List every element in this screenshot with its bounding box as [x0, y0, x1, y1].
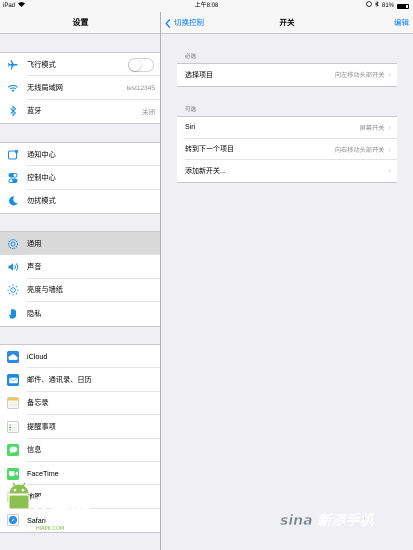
sidebar-group-connectivity: 飞行模式 无线局域网 test12345 蓝牙 关闭 — [0, 52, 160, 125]
toggle-knob — [129, 58, 141, 71]
switch-row-select-item[interactable]: 选择项目 向左移动头部开关 › — [177, 64, 397, 86]
chevron-right-icon: › — [388, 144, 391, 154]
sidebar-item-reminders[interactable]: 提醒事项 — [0, 415, 160, 439]
sidebar-item-label: 隐私 — [27, 308, 42, 318]
sidebar-item-wifi[interactable]: 无线局域网 test12345 — [0, 76, 160, 100]
status-bar: iPad 上午8:08 81% — [0, 0, 413, 12]
sidebar-item-label: 通用 — [27, 238, 42, 248]
switch-row-label: 转到下一个项目 — [185, 146, 234, 154]
sidebar-item-label: 飞行模式 — [27, 59, 56, 69]
watermark-left-subtext: HIAPK.COM — [36, 526, 65, 532]
section-header-optional: 可选 — [185, 107, 197, 113]
sidebar-item-do-not-disturb[interactable]: 勿扰模式 — [0, 190, 160, 213]
switch-row-label: 选择项目 — [185, 71, 213, 79]
bluetooth-value: 关闭 — [142, 109, 155, 117]
hand-icon — [7, 308, 19, 320]
switch-row-value: 屏幕开关 — [359, 125, 385, 133]
sidebar-group-notifications: 通知中心 控制中心 勿扰模式 — [0, 142, 160, 215]
watermark-right-text: sina 新浪手机 — [280, 513, 374, 529]
sidebar-item-label: 勿扰模式 — [27, 196, 56, 206]
notes-icon — [7, 397, 19, 410]
chevron-right-icon: › — [388, 123, 391, 133]
moon-icon — [7, 195, 19, 207]
sidebar-item-label: iCloud — [27, 352, 48, 362]
notification-center-icon — [7, 149, 19, 161]
switch-row-next-item[interactable]: 转到下一个项目 向右移动头部开关 › — [177, 139, 397, 160]
control-center-icon — [7, 172, 19, 184]
edit-button[interactable]: 编辑 — [394, 12, 409, 34]
sidebar-title: 设置 — [0, 12, 160, 34]
page-title: 开关 — [279, 18, 295, 27]
sidebar-item-label: 蓝牙 — [27, 106, 42, 116]
sidebar-item-icloud[interactable]: iCloud — [0, 345, 160, 369]
detail-pane: 切换控制 开关 编辑 必选 选择项目 向左移动头部开关 › 可选 Siri 屏幕… — [161, 0, 413, 550]
sidebar-item-sounds[interactable]: 声音 — [0, 255, 160, 279]
settings-sidebar: 设置 飞行模式 无线局域网 test12345 蓝牙 关闭 通知中心 控制中心 … — [0, 0, 161, 550]
switch-row-label: 添加新开关... — [185, 167, 226, 175]
airplane-mode-toggle[interactable] — [128, 57, 154, 72]
chevron-right-icon: › — [388, 166, 391, 176]
sidebar-item-label: 提醒事项 — [27, 421, 56, 431]
hiapk-watermark: 安卓网 HIAPK.COM — [2, 476, 112, 546]
sidebar-item-label: 邮件、通讯录、日历 — [27, 375, 92, 385]
wifi-network-value: test12345 — [126, 84, 155, 92]
switch-row-label: Siri — [185, 124, 196, 132]
section-header-required: 必选 — [185, 54, 197, 60]
sidebar-item-label: 无线局域网 — [27, 83, 63, 93]
optional-switches-group: Siri 屏幕开关 › 转到下一个项目 向右移动头部开关 › 添加新开关... … — [177, 116, 397, 183]
airplane-icon — [7, 59, 19, 71]
switch-row-value: 向右移动头部开关 — [334, 146, 385, 154]
lock-rotation-icon — [366, 0, 372, 12]
bluetooth-icon — [7, 105, 19, 118]
cloud-icon — [7, 350, 19, 363]
sidebar-item-privacy[interactable]: 隐私 — [0, 302, 160, 325]
switch-row-add-new[interactable]: 添加新开关... › — [177, 160, 397, 182]
sidebar-item-messages[interactable]: 信息 — [0, 439, 160, 462]
sidebar-item-label: 声音 — [27, 262, 42, 272]
reminders-icon — [7, 420, 19, 433]
sidebar-item-airplane-mode[interactable]: 飞行模式 — [0, 53, 160, 77]
sidebar-item-label: 亮度与墙纸 — [27, 285, 63, 295]
required-switches-group: 选择项目 向左移动头部开关 › — [177, 63, 397, 87]
sidebar-item-label: 通知中心 — [27, 149, 56, 159]
bluetooth-status-icon — [374, 0, 379, 12]
battery-percent: 81% — [381, 3, 394, 9]
sidebar-item-brightness-wallpaper[interactable]: 亮度与墙纸 — [0, 279, 160, 303]
navigation-bar: 切换控制 开关 编辑 — [161, 12, 413, 34]
wifi-icon — [7, 82, 19, 94]
sidebar-group-general: 通用 声音 亮度与墙纸 隐私 — [0, 231, 160, 327]
switch-row-value: 向左移动头部开关 — [334, 72, 385, 80]
sidebar-item-control-center[interactable]: 控制中心 — [0, 166, 160, 190]
sidebar-item-mail-contacts-calendars[interactable]: 邮件、通讯录、日历 — [0, 368, 160, 392]
sidebar-item-label: 备忘录 — [27, 398, 49, 408]
speaker-icon — [7, 261, 19, 273]
messages-icon — [7, 444, 19, 457]
status-time: 上午8:08 — [194, 3, 219, 9]
mail-icon — [7, 374, 19, 387]
chevron-right-icon: › — [388, 70, 391, 80]
sina-watermark: sina 新浪手机 — [280, 510, 410, 538]
watermark-left-text: 安卓网 — [30, 496, 92, 521]
gear-icon — [7, 238, 19, 250]
sidebar-item-label: 控制中心 — [27, 173, 56, 183]
sidebar-item-label: 信息 — [27, 445, 42, 455]
sidebar-item-general[interactable]: 通用 — [0, 232, 160, 256]
sidebar-item-notification-center[interactable]: 通知中心 — [0, 143, 160, 167]
battery-icon — [397, 3, 409, 9]
switch-row-siri[interactable]: Siri 屏幕开关 › — [177, 117, 397, 139]
brightness-icon — [7, 284, 19, 296]
sidebar-item-notes[interactable]: 备忘录 — [0, 392, 160, 416]
android-robot-icon — [6, 480, 32, 519]
sidebar-item-bluetooth[interactable]: 蓝牙 关闭 — [0, 100, 160, 123]
